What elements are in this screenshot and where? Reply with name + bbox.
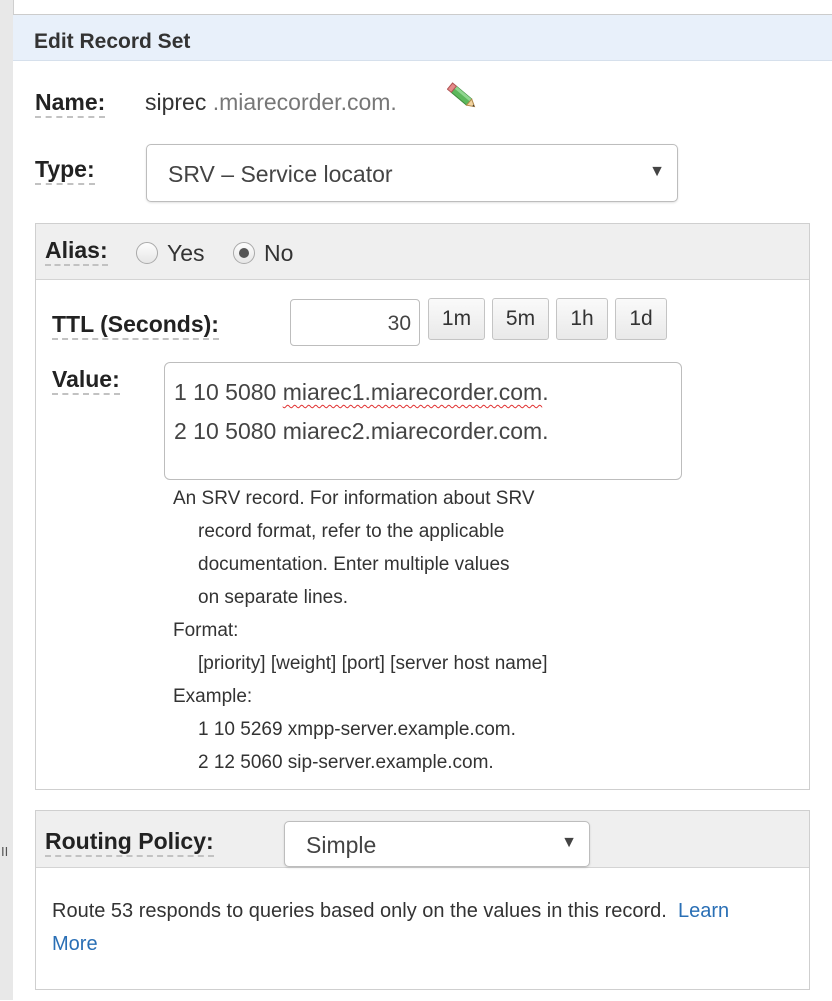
ttl-input-value: 30 (387, 312, 411, 335)
type-selected-value: SRV – Service locator (168, 161, 393, 187)
ttl-1d-button[interactable]: 1d (615, 298, 667, 340)
help-text-line: documentation. Enter multiple values (198, 554, 510, 575)
help-example-line: 1 10 5269 xmpp-server.example.com. (198, 719, 516, 740)
alias-no-radio[interactable] (233, 242, 255, 264)
learn-more-link[interactable]: Learn (678, 900, 729, 922)
panel-header: Edit Record Set (13, 15, 832, 61)
routing-policy-label: Routing Policy: (45, 828, 214, 857)
value-line-1-host: miarec1.miarecorder.com (282, 379, 543, 405)
alias-no-label[interactable]: No (264, 240, 293, 267)
radio-selected-dot (239, 248, 249, 258)
alias-yes-radio[interactable] (136, 242, 158, 264)
chevron-down-icon: ▼ (649, 163, 665, 180)
routing-description-text: Route 53 responds to queries based only … (52, 900, 667, 922)
value-line-1: 1 10 5080 miarec1.miarecorder.com. (174, 379, 549, 406)
help-text-line: on separate lines. (198, 587, 348, 608)
value-line-1-dot: . (542, 379, 549, 405)
routing-policy-select[interactable]: Simple ▼ (284, 821, 590, 867)
help-format-value: [priority] [weight] [port] [server host … (198, 653, 548, 674)
learn-more-link-continued[interactable]: More (52, 933, 98, 955)
ttl-5m-button[interactable]: 5m (492, 298, 549, 340)
alias-label: Alias: (45, 237, 108, 266)
value-line-2: 2 10 5080 miarec2.miarecorder.com. (174, 418, 549, 444)
help-example-heading: Example: (173, 686, 253, 707)
ttl-1m-button[interactable]: 1m (428, 298, 485, 340)
record-name: siprec .miarecorder.com. (145, 89, 397, 116)
help-example-line: 2 12 5060 sip-server.example.com. (198, 752, 494, 773)
left-resize-strip[interactable]: II (0, 0, 14, 1000)
panel-title: Edit Record Set (34, 30, 191, 53)
record-domain: .miarecorder.com. (206, 89, 397, 115)
ttl-1h-button[interactable]: 1h (556, 298, 608, 340)
resize-grip-icon[interactable]: II (1, 845, 10, 859)
type-label: Type: (35, 156, 95, 185)
help-text-line: record format, refer to the applicable (198, 521, 505, 542)
alias-yes-label[interactable]: Yes (167, 240, 205, 267)
chevron-down-icon: ▼ (561, 834, 577, 851)
ttl-label: TTL (Seconds): (52, 311, 219, 340)
routing-description: Route 53 responds to queries based only … (52, 895, 812, 961)
help-format-heading: Format: (173, 620, 239, 641)
pencil-icon[interactable] (447, 82, 479, 112)
type-select[interactable]: SRV – Service locator ▼ (146, 144, 678, 202)
value-label: Value: (52, 366, 120, 395)
value-textarea[interactable]: 1 10 5080 miarec1.miarecorder.com. 2 10 … (164, 362, 682, 480)
routing-selected-value: Simple (306, 832, 377, 858)
value-line-1-prefix: 1 10 5080 (174, 379, 283, 405)
record-name-value: siprec (145, 89, 207, 115)
help-text-line: An SRV record. For information about SRV (173, 488, 535, 509)
ttl-input[interactable]: 30 (290, 299, 420, 346)
name-label: Name: (35, 89, 106, 118)
